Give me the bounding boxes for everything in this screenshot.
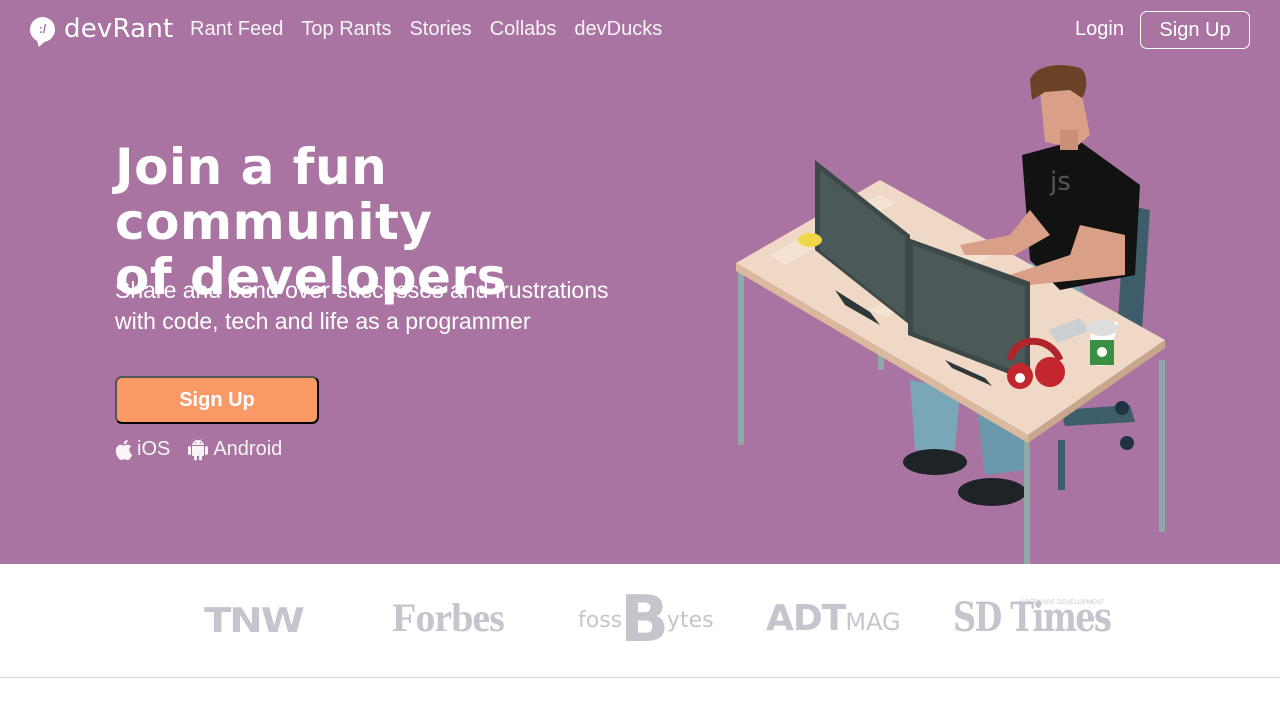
nav-link-rant-feed[interactable]: Rant Feed <box>190 18 283 41</box>
app-links: iOS Android <box>115 438 300 461</box>
hero-section: :/ devRant Rant Feed Top Rants Stories C… <box>0 0 1280 564</box>
logo-glyph: :/ <box>38 22 47 36</box>
devrant-logo[interactable]: :/ devRant <box>30 14 173 44</box>
nav-links: Rant Feed Top Rants Stories Collabs devD… <box>190 18 680 41</box>
hero-signup-button[interactable]: Sign Up <box>115 376 319 424</box>
headline-line-1: Join a fun community <box>115 138 433 251</box>
top-nav: :/ devRant Rant Feed Top Rants Stories C… <box>0 0 1280 60</box>
developer-desk-illustration: js <box>736 65 1165 564</box>
adtmag-logo: ADT MAG <box>766 598 901 639</box>
shirt-js-text: js <box>1049 167 1071 197</box>
login-link[interactable]: Login <box>1075 18 1124 41</box>
subhead-line-2: with code, tech and life as a programmer <box>115 308 531 334</box>
subhead-line-1: Share and bond over successes and frustr… <box>115 277 609 303</box>
android-icon <box>188 438 209 460</box>
brand-name: devRant <box>64 14 174 44</box>
speech-bubble-icon: :/ <box>30 16 55 42</box>
android-label: Android <box>213 438 283 460</box>
forbes-logo: Forbes <box>392 595 505 640</box>
fossbytes-logo: foss B ytes <box>578 583 714 657</box>
ios-link[interactable]: iOS <box>115 438 170 461</box>
press-logos-bar: TNW Forbes foss B ytes ADT MAG SD Times … <box>0 564 1280 678</box>
adtmag-logo-part-2: MAG <box>845 608 901 636</box>
ios-label: iOS <box>137 438 171 460</box>
sdtimes-tagline: SOFTWARE DEVELOPMENT <box>1020 600 1105 606</box>
nav-link-devducks[interactable]: devDucks <box>574 18 662 41</box>
android-link[interactable]: Android <box>188 438 282 461</box>
hero-subheading: Share and bond over successes and frustr… <box>115 275 655 337</box>
apple-icon <box>115 439 132 460</box>
fossbytes-logo-part-3: ytes <box>666 607 714 633</box>
fossbytes-logo-part-2: B <box>620 583 669 657</box>
nav-link-stories[interactable]: Stories <box>409 18 471 41</box>
nav-link-top-rants[interactable]: Top Rants <box>301 18 391 41</box>
adtmag-logo-part-1: ADT <box>766 598 846 639</box>
tnw-logo: TNW <box>204 601 305 641</box>
fossbytes-logo-part-1: foss <box>578 607 623 633</box>
nav-link-collabs[interactable]: Collabs <box>490 18 557 41</box>
nav-signup-button[interactable]: Sign Up <box>1140 11 1250 49</box>
